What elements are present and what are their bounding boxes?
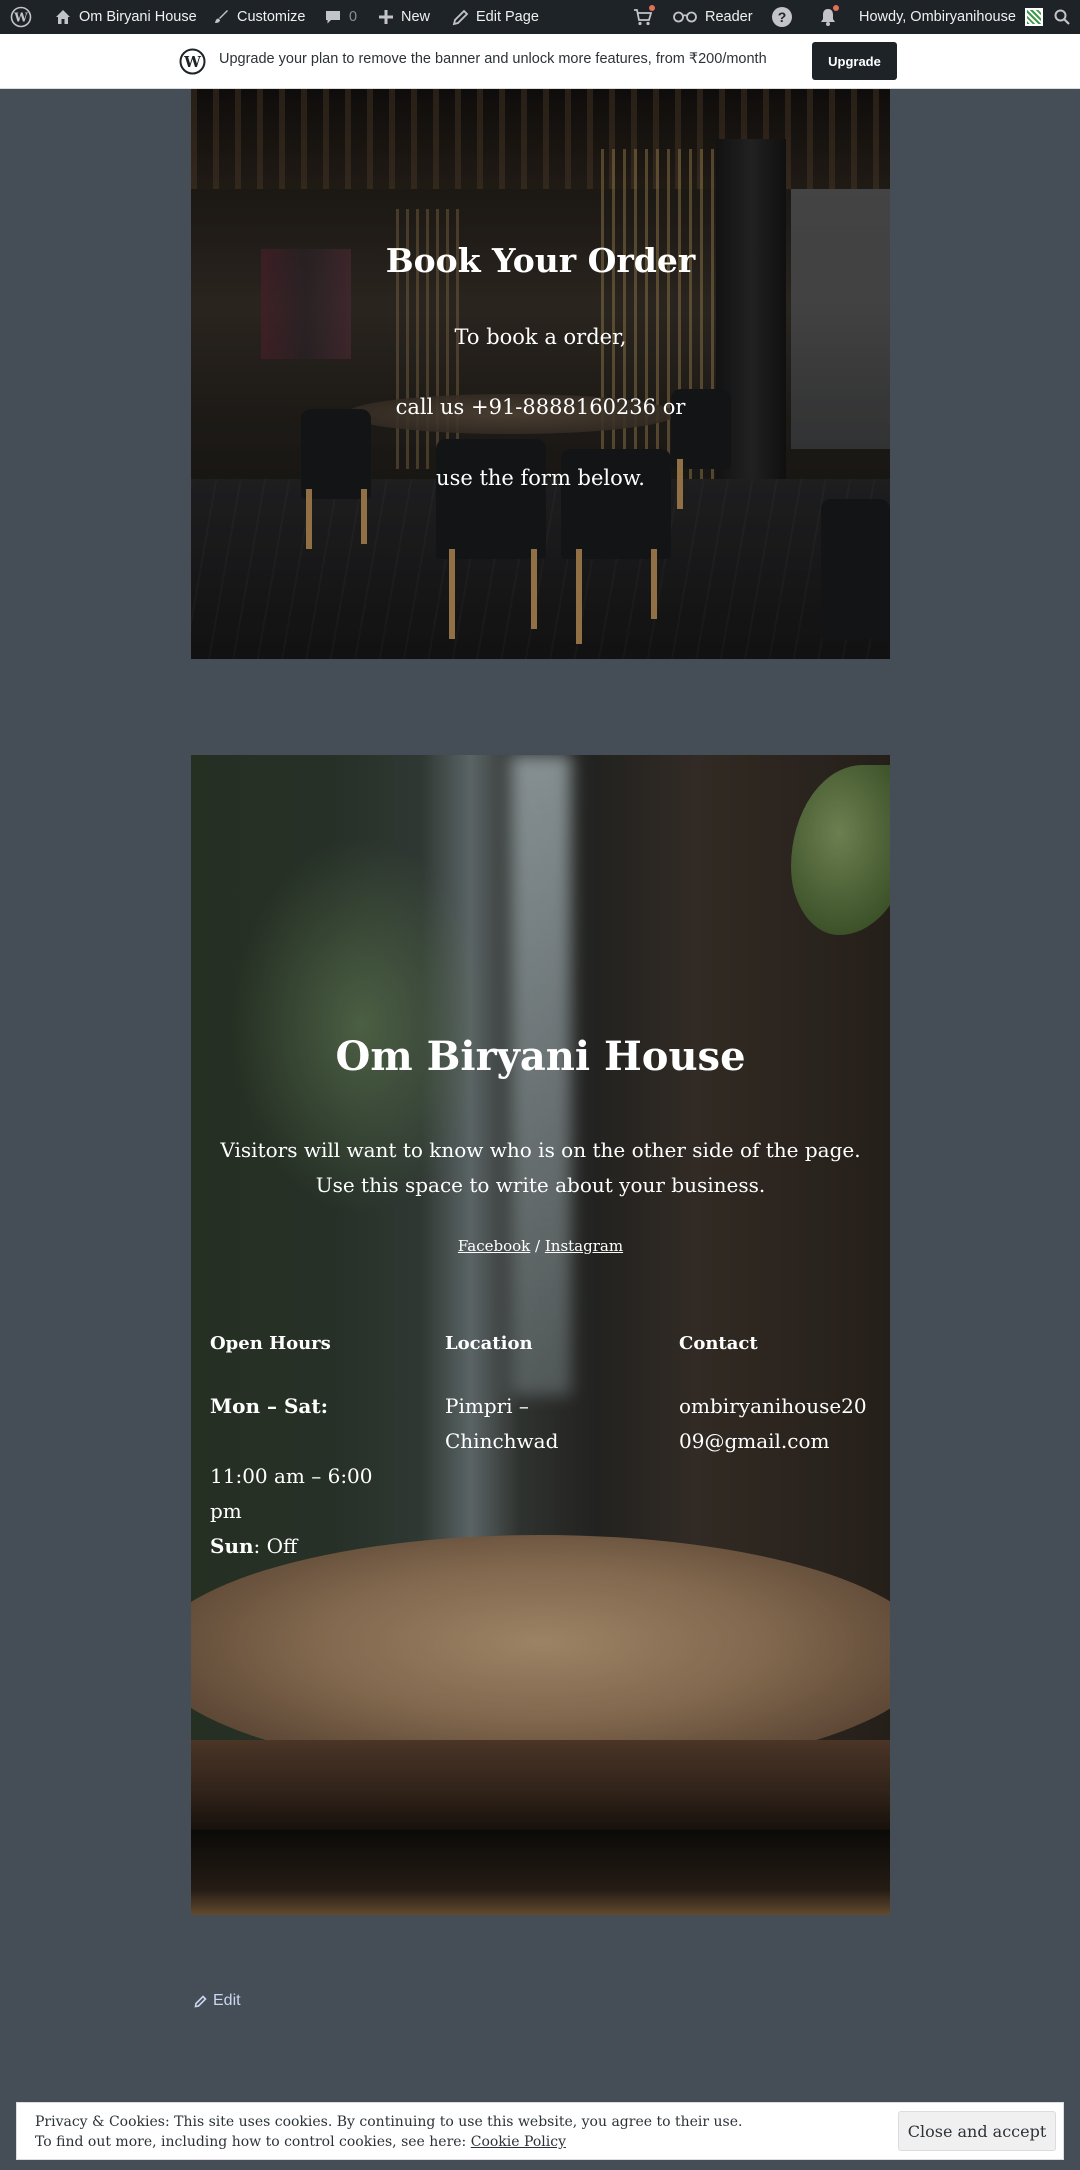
cookie-line-1: Privacy & Cookies: This site uses cookie… xyxy=(35,2114,743,2130)
search-icon xyxy=(1054,9,1070,25)
contact-email: ombiryanihouse2009@gmail.com xyxy=(679,1394,867,1453)
site-name-label: Om Biryani House xyxy=(79,9,197,25)
admin-search-button[interactable] xyxy=(1053,0,1071,34)
reader-label: Reader xyxy=(705,9,753,25)
wordpress-logo-icon[interactable]: W xyxy=(10,0,32,34)
contact-heading: Contact xyxy=(679,1333,758,1354)
cookie-line-2: To find out more, including how to contr… xyxy=(35,2134,471,2150)
site-name-link[interactable]: Om Biryani House xyxy=(54,0,197,34)
avatar xyxy=(1024,8,1043,26)
wordpress-logo-icon: W xyxy=(179,48,206,75)
book-order-line-2: call us +91-8888160236 or xyxy=(395,395,686,419)
hours-weekday-time: 11:00 am – 6:00 pm xyxy=(210,1464,373,1523)
reader-link[interactable]: Reader xyxy=(672,0,753,34)
comments-count: 0 xyxy=(349,9,358,25)
edit-link[interactable]: Edit xyxy=(194,1992,241,2010)
notifications-dot xyxy=(833,5,839,11)
help-icon: ? xyxy=(772,7,792,27)
reader-glasses-icon xyxy=(673,11,697,23)
edit-page-link[interactable]: Edit Page xyxy=(452,0,539,34)
close-and-accept-button[interactable]: Close and accept xyxy=(898,2111,1056,2151)
pencil-icon xyxy=(452,9,469,25)
comment-bubble-icon xyxy=(326,11,340,24)
about-title: Om Biryani House xyxy=(335,1033,746,1080)
book-order-line-3: use the form below. xyxy=(436,466,645,490)
svg-text:W: W xyxy=(183,53,202,71)
hours-weekday-label: Mon – Sat: xyxy=(210,1394,328,1418)
customize-link[interactable]: Customize xyxy=(212,0,306,34)
location-column: Location Pimpri – Chinchwad xyxy=(445,1333,635,1459)
cookie-text: Privacy & Cookies: This site uses cookie… xyxy=(35,2112,742,2152)
account-menu[interactable]: Howdy, Ombiryanihouse xyxy=(859,0,1043,34)
book-order-line-1: To book a order, xyxy=(454,325,627,349)
facebook-link[interactable]: Facebook xyxy=(458,1237,530,1255)
greeting-label: Howdy, Ombiryanihouse xyxy=(859,9,1016,25)
svg-text:?: ? xyxy=(778,9,787,25)
upgrade-banner: W Upgrade your plan to remove the banner… xyxy=(0,34,1080,89)
cookie-banner: Privacy & Cookies: This site uses cookie… xyxy=(16,2102,1064,2160)
contact-column: Contact ombiryanihouse2009@gmail.com xyxy=(679,1333,875,1459)
upgrade-button[interactable]: Upgrade xyxy=(812,42,897,80)
help-link[interactable]: ? xyxy=(771,0,793,34)
instagram-link[interactable]: Instagram xyxy=(545,1237,623,1255)
social-separator: / xyxy=(530,1237,545,1255)
about-section: Om Biryani House Visitors will want to k… xyxy=(191,755,890,1915)
cart-notification-dot xyxy=(649,5,655,11)
hours-sunday-value: : Off xyxy=(253,1534,298,1558)
brush-icon xyxy=(215,10,228,23)
hours-sunday-label: Sun xyxy=(210,1534,254,1558)
upgrade-banner-text: Upgrade your plan to remove the banner a… xyxy=(219,51,767,67)
edit-label: Edit xyxy=(213,1992,241,2009)
comments-link[interactable]: 0 xyxy=(324,0,357,34)
pencil-icon xyxy=(194,1994,207,2007)
open-hours-column: Open Hours Mon – Sat: 11:00 am – 6:00 pm… xyxy=(210,1333,400,1564)
home-icon xyxy=(56,10,70,24)
open-hours-heading: Open Hours xyxy=(210,1333,331,1354)
new-label: New xyxy=(401,9,431,25)
edit-page-label: Edit Page xyxy=(476,9,539,25)
svg-text:W: W xyxy=(13,11,28,25)
location-value: Pimpri – Chinchwad xyxy=(445,1394,559,1453)
book-order-title: Book Your Order xyxy=(385,241,696,280)
social-links: Facebook / Instagram xyxy=(191,1237,890,1255)
plus-icon xyxy=(379,10,393,24)
about-description: Visitors will want to know who is on the… xyxy=(220,1138,861,1197)
new-content-link[interactable]: New xyxy=(378,0,430,34)
admin-bar: W Om Biryani House Customize 0 New Edit … xyxy=(0,0,1080,34)
cookie-policy-link[interactable]: Cookie Policy xyxy=(471,2134,566,2150)
customize-label: Customize xyxy=(237,9,306,25)
book-order-section: Book Your Order To book a order, call us… xyxy=(191,89,890,659)
location-heading: Location xyxy=(445,1333,533,1354)
